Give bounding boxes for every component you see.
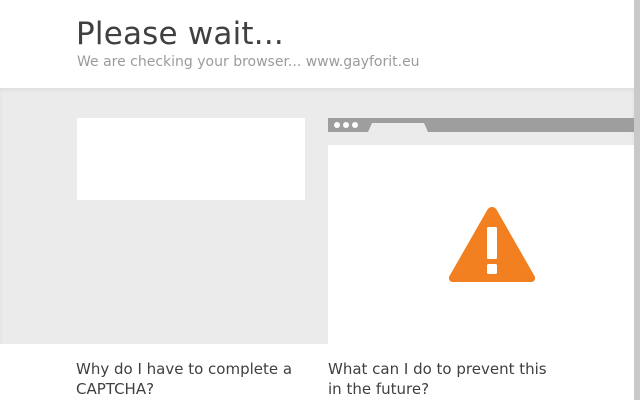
browser-illustration-bar <box>328 118 634 132</box>
captcha-widget[interactable] <box>77 118 305 200</box>
window-dot-icon <box>334 122 340 128</box>
header: Please wait... We are checking your brow… <box>0 0 634 88</box>
warning-icon <box>448 207 536 282</box>
question-prevent-future: What can I do to prevent this in the fut… <box>328 360 547 398</box>
window-dot-icon <box>343 122 349 128</box>
browser-tab-shape <box>368 123 428 132</box>
page-subtitle: We are checking your browser... www.gayf… <box>77 54 420 70</box>
browser-illustration-window <box>328 145 634 350</box>
scrollbar[interactable] <box>634 0 640 400</box>
page: Please wait... We are checking your brow… <box>0 0 640 400</box>
window-dot-icon <box>352 122 358 128</box>
scrollbar-thumb[interactable] <box>634 0 640 400</box>
question-why-captcha: Why do I have to complete a CAPTCHA? <box>76 360 293 398</box>
page-title: Please wait... <box>76 16 284 52</box>
